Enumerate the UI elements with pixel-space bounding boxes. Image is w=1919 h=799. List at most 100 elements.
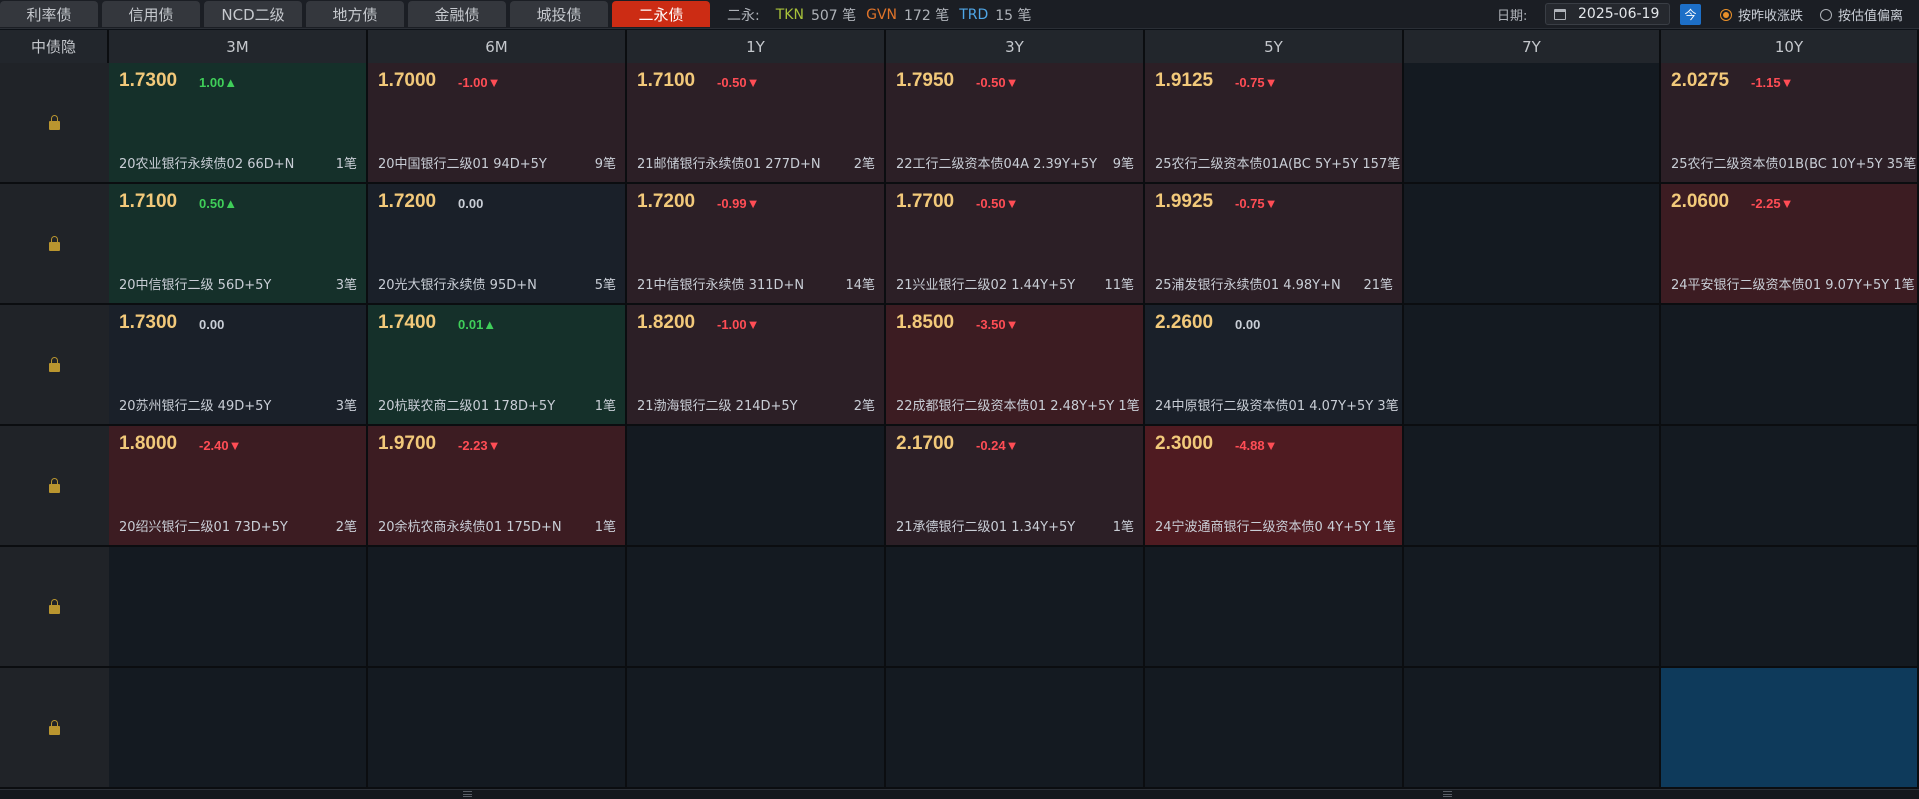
column-header-7y[interactable]: 7Y (1404, 30, 1661, 63)
empty-cell[interactable] (1404, 547, 1661, 668)
date-picker[interactable]: 2025-06-19 (1545, 3, 1670, 25)
bond-name[interactable]: 20杭联农商二级01 178D+5Y (378, 395, 555, 414)
quote-cell[interactable]: 1.8000 -2.40▼ 20绍兴银行二级01 73D+5Y 2笔 (109, 426, 368, 547)
quote-cell[interactable]: 2.2600 0.00 24中原银行二级资本债01 4.07Y+5Y 3笔 (1145, 305, 1404, 426)
bond-name[interactable]: 21渤海银行二级 214D+5Y (637, 395, 798, 414)
row-lock-cell[interactable] (0, 668, 109, 789)
row-lock-cell[interactable] (0, 426, 109, 547)
empty-cell[interactable] (627, 547, 886, 668)
quote-cell[interactable]: 1.7300 1.00▲ 20农业银行永续债02 66D+N 1笔 (109, 63, 368, 184)
lock-icon[interactable] (49, 235, 60, 251)
option-valuation-deviation[interactable]: 按估值偏离 (1820, 0, 1903, 29)
quote-cell[interactable]: 1.7300 0.00 20苏州银行二级 49D+5Y 3笔 (109, 305, 368, 426)
bond-name[interactable]: 21邮储银行永续债01 277D+N (637, 153, 821, 172)
gvn-label: GVN (866, 6, 898, 23)
lock-icon[interactable] (49, 598, 60, 614)
lock-icon[interactable] (49, 356, 60, 372)
empty-cell[interactable] (1661, 305, 1919, 426)
bond-name[interactable]: 25农行二级资本债01B(BC 10Y+5Y 35笔 (1671, 153, 1916, 172)
tab-financial[interactable]: 金融债 (408, 1, 506, 27)
bond-name[interactable]: 20绍兴银行二级01 73D+5Y (119, 516, 288, 535)
lock-icon[interactable] (49, 719, 60, 735)
tab-credit[interactable]: 信用债 (102, 1, 200, 27)
empty-cell[interactable] (368, 547, 627, 668)
column-header-10y[interactable]: 10Y (1661, 30, 1919, 63)
tab-local-gov[interactable]: 地方债 (306, 1, 404, 27)
row-lock-cell[interactable] (0, 305, 109, 426)
quote-cell[interactable]: 1.7100 -0.50▼ 21邮储银行永续债01 277D+N 2笔 (627, 63, 886, 184)
empty-cell[interactable] (627, 668, 886, 789)
quote-cell[interactable]: 2.3000 -4.88▼ 24宁波通商银行二级资本债0 4Y+5Y 1笔 (1145, 426, 1404, 547)
bond-name[interactable]: 20苏州银行二级 49D+5Y (119, 395, 271, 414)
bond-name[interactable]: 25农行二级资本债01A(BC 5Y+5Y 157笔 (1155, 153, 1400, 172)
quote-cell[interactable]: 1.7700 -0.50▼ 21兴业银行二级02 1.44Y+5Y 11笔 (886, 184, 1145, 305)
radio-unselected-icon[interactable] (1820, 8, 1832, 21)
tab-rates[interactable]: 利率债 (0, 1, 98, 27)
column-header-3m[interactable]: 3M (109, 30, 368, 63)
row-lock-cell[interactable] (0, 184, 109, 305)
bond-name[interactable]: 20中信银行二级 56D+5Y (119, 274, 271, 293)
empty-cell[interactable] (1145, 547, 1404, 668)
empty-cell[interactable] (1404, 305, 1661, 426)
bond-name[interactable]: 24宁波通商银行二级资本债0 4Y+5Y 1笔 (1155, 516, 1396, 535)
empty-cell[interactable] (109, 547, 368, 668)
empty-cell[interactable] (1404, 668, 1661, 789)
row-lock-cell[interactable] (0, 63, 109, 184)
bond-name[interactable]: 25浦发银行永续债01 4.98Y+N (1155, 274, 1341, 293)
bond-name[interactable]: 21兴业银行二级02 1.44Y+5Y (896, 274, 1075, 293)
bond-name[interactable]: 24中原银行二级资本债01 4.07Y+5Y 3笔 (1155, 395, 1399, 414)
bond-name[interactable]: 20余杭农商永续债01 175D+N (378, 516, 562, 535)
empty-cell[interactable] (1404, 426, 1661, 547)
quote-cell[interactable]: 1.7950 -0.50▼ 22工行二级资本债04A 2.39Y+5Y 9笔 (886, 63, 1145, 184)
quote-cell[interactable]: 1.9925 -0.75▼ 25浦发银行永续债01 4.98Y+N 21笔 (1145, 184, 1404, 305)
tab-chengtou[interactable]: 城投债 (510, 1, 608, 27)
yield-value: 2.0275 (1671, 70, 1730, 91)
quote-cell[interactable]: 1.9700 -2.23▼ 20余杭农商永续债01 175D+N 1笔 (368, 426, 627, 547)
quote-cell[interactable]: 1.8200 -1.00▼ 21渤海银行二级 214D+5Y 2笔 (627, 305, 886, 426)
bond-name[interactable]: 20中国银行二级01 94D+5Y (378, 153, 547, 172)
quote-cell[interactable]: 1.9125 -0.75▼ 25农行二级资本债01A(BC 5Y+5Y 157笔 (1145, 63, 1404, 184)
quote-cell[interactable]: 2.0600 -2.25▼ 24平安银行二级资本债01 9.07Y+5Y 1笔 (1661, 184, 1919, 305)
empty-cell[interactable] (1145, 668, 1404, 789)
row-lock-cell[interactable] (0, 547, 109, 668)
empty-cell[interactable] (1404, 63, 1661, 184)
splitter-grip-icon[interactable] (1443, 791, 1452, 797)
column-header-5y[interactable]: 5Y (1145, 30, 1404, 63)
quote-cell[interactable]: 2.1700 -0.24▼ 21承德银行二级01 1.34Y+5Y 1笔 (886, 426, 1145, 547)
tab-ncd[interactable]: NCD二级 (204, 1, 302, 27)
empty-cell[interactable] (368, 668, 627, 789)
bond-name[interactable]: 20光大银行永续债 95D+N (378, 274, 537, 293)
splitter-grip-icon[interactable] (463, 791, 472, 797)
column-header-3y[interactable]: 3Y (886, 30, 1145, 63)
tab-tier2-perpetual[interactable]: 二永债 (612, 1, 710, 27)
bond-name[interactable]: 22成都银行二级资本债01 2.48Y+5Y 1笔 (896, 395, 1140, 414)
bond-name[interactable]: 21中信银行永续债 311D+N (637, 274, 804, 293)
empty-cell[interactable] (886, 668, 1145, 789)
lock-icon[interactable] (49, 114, 60, 130)
empty-cell[interactable] (1661, 547, 1919, 668)
empty-cell[interactable] (1661, 668, 1919, 789)
empty-cell[interactable] (1404, 184, 1661, 305)
bond-name[interactable]: 24平安银行二级资本债01 9.07Y+5Y 1笔 (1671, 274, 1915, 293)
radio-selected-icon[interactable] (1720, 8, 1732, 21)
quote-cell[interactable]: 1.7400 0.01▲ 20杭联农商二级01 178D+5Y 1笔 (368, 305, 627, 426)
empty-cell[interactable] (109, 668, 368, 789)
option-prev-close[interactable]: 按昨收涨跌 (1720, 0, 1803, 29)
calendar-icon[interactable] (1554, 8, 1566, 20)
empty-cell[interactable] (886, 547, 1145, 668)
quote-cell[interactable]: 1.8500 -3.50▼ 22成都银行二级资本债01 2.48Y+5Y 1笔 (886, 305, 1145, 426)
empty-cell[interactable] (1661, 426, 1919, 547)
column-header-6m[interactable]: 6M (368, 30, 627, 63)
today-button[interactable]: 今 (1680, 4, 1701, 25)
quote-cell[interactable]: 1.7200 -0.99▼ 21中信银行永续债 311D+N 14笔 (627, 184, 886, 305)
quote-cell[interactable]: 1.7200 0.00 20光大银行永续债 95D+N 5笔 (368, 184, 627, 305)
quote-cell[interactable]: 1.7100 0.50▲ 20中信银行二级 56D+5Y 3笔 (109, 184, 368, 305)
column-header-1y[interactable]: 1Y (627, 30, 886, 63)
empty-cell[interactable] (627, 426, 886, 547)
lock-icon[interactable] (49, 477, 60, 493)
quote-cell[interactable]: 1.7000 -1.00▼ 20中国银行二级01 94D+5Y 9笔 (368, 63, 627, 184)
quote-cell[interactable]: 2.0275 -1.15▼ 25农行二级资本债01B(BC 10Y+5Y 35笔 (1661, 63, 1919, 184)
bond-name[interactable]: 22工行二级资本债04A 2.39Y+5Y (896, 153, 1097, 172)
bond-name[interactable]: 21承德银行二级01 1.34Y+5Y (896, 516, 1075, 535)
bond-name[interactable]: 20农业银行永续债02 66D+N (119, 153, 294, 172)
